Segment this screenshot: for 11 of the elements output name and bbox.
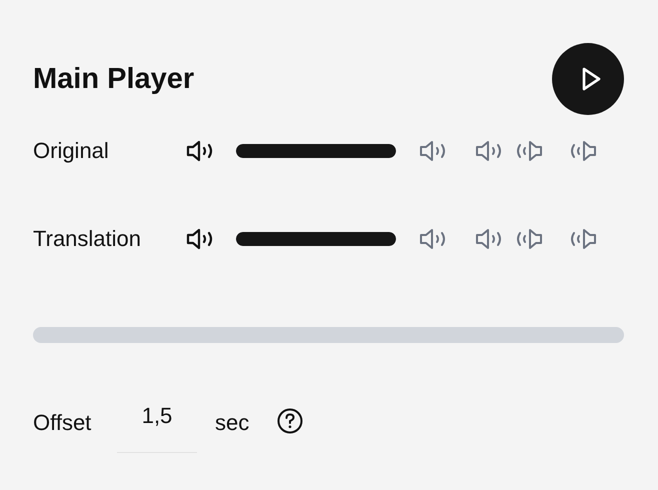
offset-label: Offset [33,410,92,436]
volume-slider[interactable] [236,232,396,246]
help-icon[interactable] [276,407,304,435]
channel-label: Original [33,138,110,164]
stereo-speakers-icon[interactable] [474,227,544,251]
stereo-speakers-icon[interactable] [474,139,544,163]
volume-slider[interactable] [236,144,396,158]
player-title: Main Player [33,62,194,96]
unit-label: sec [215,410,250,436]
channel-label: Translation [33,226,142,252]
offset-input[interactable]: 1,5 [117,395,197,453]
